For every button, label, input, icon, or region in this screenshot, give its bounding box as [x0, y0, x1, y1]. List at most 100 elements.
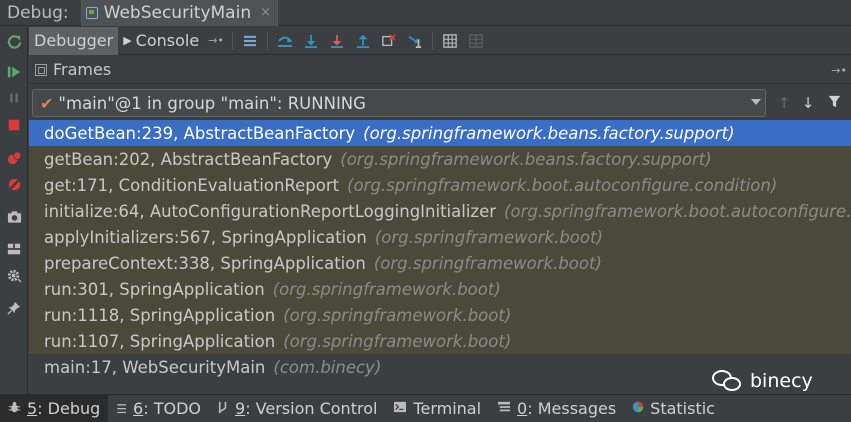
- resume-icon[interactable]: [6, 64, 22, 80]
- tool-tab-label: : Debug: [37, 399, 101, 418]
- frame-row[interactable]: get:171, ConditionEvaluationReport (org.…: [29, 172, 851, 198]
- stop-icon[interactable]: [6, 117, 22, 133]
- frame-package: (org.springframework.boot): [272, 279, 501, 299]
- frame-method: get:171, ConditionEvaluationReport: [44, 175, 340, 195]
- frame-method: initialize:64, AutoConfigurationReportLo…: [44, 201, 497, 221]
- frame-method: prepareContext:338, SpringApplication: [44, 253, 366, 273]
- restore-layout-icon[interactable]: [237, 27, 263, 55]
- watermark: binecy: [712, 370, 813, 392]
- tool-tab-number: 5: [27, 399, 38, 418]
- messages-icon: [497, 401, 511, 416]
- tool-tab-number: 0: [517, 399, 528, 418]
- step-out-icon[interactable]: [350, 27, 376, 55]
- evaluate-expression-icon[interactable]: [437, 27, 463, 55]
- trace-icon[interactable]: [463, 27, 489, 55]
- frame-method: run:1107, SpringApplication: [44, 331, 276, 351]
- tool-tab-label: Statistic: [650, 399, 715, 418]
- thread-selector-value: "main"@1 in group "main": RUNNING: [58, 93, 366, 113]
- frame-package: (org.springframework.boot): [283, 305, 512, 325]
- frame-row[interactable]: run:301, SpringApplication (org.springfr…: [29, 276, 851, 302]
- tool-tab-label: : Version Control: [245, 399, 378, 418]
- frame-package: (org.springframework.beans.factory.suppo…: [363, 123, 735, 143]
- frame-row[interactable]: getBean:202, AbstractBeanFactory (org.sp…: [29, 146, 851, 172]
- thread-selector[interactable]: ✔ "main"@1 in group "main": RUNNING: [32, 89, 766, 117]
- watermark-text: binecy: [750, 370, 813, 392]
- chevron-down-icon[interactable]: [751, 99, 761, 105]
- frame-method: doGetBean:239, AbstractBeanFactory: [44, 123, 356, 143]
- frame-row[interactable]: prepareContext:338, SpringApplication (o…: [29, 250, 851, 276]
- pause-icon[interactable]: [6, 90, 22, 106]
- frame-package: (com.binecy): [273, 357, 382, 377]
- frame-row[interactable]: initialize:64, AutoConfigurationReportLo…: [29, 198, 851, 224]
- tool-tab-number: 9: [235, 399, 246, 418]
- terminal-icon: [393, 401, 407, 416]
- tool-tab-version-control[interactable]: 9: Version Control: [209, 395, 385, 422]
- frames-scrollbar[interactable]: [839, 120, 849, 360]
- tool-tab-messages[interactable]: 0: Messages: [489, 395, 624, 422]
- frame-method: applyInitializers:567, SpringApplication: [44, 227, 367, 247]
- frames-icon: [35, 63, 47, 76]
- run-to-cursor-icon[interactable]: [402, 27, 428, 55]
- toolbar-divider: [266, 31, 268, 50]
- debug-title-prefix: Debug:: [7, 2, 69, 23]
- console-tab-label: Console: [135, 31, 200, 50]
- next-frame-icon[interactable]: ↓: [799, 94, 817, 112]
- frame-row[interactable]: applyInitializers:567, SpringApplication…: [29, 224, 851, 250]
- run-config-icon: [85, 6, 98, 19]
- frame-package: (org.springframework.boot): [283, 331, 512, 351]
- frames-pin-icon[interactable]: →•: [831, 64, 847, 77]
- tool-tab-debug[interactable]: 5: Debug: [0, 394, 109, 422]
- console-icon: ▶: [123, 34, 132, 47]
- tool-tab-todo[interactable]: ☰ 6: TODO: [108, 395, 209, 422]
- tool-tab-label: : Messages: [527, 399, 617, 418]
- step-into-icon[interactable]: [298, 27, 324, 55]
- tool-tab-label: : TODO: [143, 399, 201, 418]
- mute-breakpoints-icon[interactable]: [6, 176, 22, 192]
- frames-title: Frames: [53, 60, 112, 79]
- frame-row[interactable]: run:1107, SpringApplication (org.springf…: [29, 328, 851, 354]
- frame-row[interactable]: doGetBean:239, AbstractBeanFactory (org.…: [29, 120, 851, 146]
- frame-method: getBean:202, AbstractBeanFactory: [44, 149, 333, 169]
- frame-method: main:17, WebSecurityMain: [44, 357, 266, 377]
- camera-icon[interactable]: [6, 209, 22, 225]
- debug-toolbar: Debugger ▶ Console →•: [29, 26, 851, 55]
- wechat-icon: [712, 370, 742, 392]
- tab-websecuritymain[interactable]: WebSecurityMain ×: [80, 0, 279, 26]
- tab-console[interactable]: ▶ Console: [118, 27, 204, 55]
- tool-window-bar: 5: Debug ☰ 6: TODO 9: Version Control Te…: [0, 394, 851, 422]
- rerun-icon[interactable]: [6, 33, 22, 49]
- view-breakpoints-icon[interactable]: [6, 150, 22, 166]
- checkmark-icon: ✔: [40, 93, 54, 113]
- frame-package: (org.springframework.boot): [374, 227, 603, 247]
- frame-package: (org.springframework.boot): [373, 253, 602, 273]
- previous-frame-icon[interactable]: ↑: [775, 94, 793, 112]
- version-control-icon: [217, 401, 229, 417]
- frames-header: Frames →•: [29, 56, 851, 84]
- tool-tab-terminal[interactable]: Terminal: [385, 395, 489, 422]
- close-icon[interactable]: ×: [260, 5, 271, 20]
- tool-tab-statistic[interactable]: Statistic: [624, 395, 723, 422]
- settings-icon[interactable]: [6, 267, 22, 283]
- filter-icon[interactable]: [825, 94, 843, 112]
- layout-icon[interactable]: [6, 241, 22, 257]
- frame-package: (org.springframework.beans.factory.suppo…: [340, 149, 712, 169]
- tab-debugger[interactable]: Debugger: [29, 26, 119, 55]
- frame-method: run:1118, SpringApplication: [44, 305, 276, 325]
- pin-icon[interactable]: [6, 300, 22, 316]
- statistic-pie-icon: [632, 401, 644, 416]
- frames-list: doGetBean:239, AbstractBeanFactory (org.…: [29, 120, 851, 394]
- force-step-into-icon[interactable]: [324, 27, 350, 55]
- debug-title-bar: Debug: WebSecurityMain ×: [0, 0, 851, 26]
- todo-list-icon: ☰: [116, 401, 128, 416]
- bug-icon: [8, 401, 21, 417]
- tool-tab-number: 6: [133, 399, 144, 418]
- show-execution-point-icon[interactable]: [272, 27, 298, 55]
- drop-frame-icon[interactable]: [376, 27, 402, 55]
- debugger-tab-label: Debugger: [34, 31, 114, 50]
- frame-package: (org.springframework.boot.autoconfigure.…: [347, 175, 778, 195]
- tool-tab-label: Terminal: [413, 399, 482, 418]
- pin-tab-icon[interactable]: →•: [208, 34, 224, 47]
- toolbar-divider: [431, 31, 433, 50]
- frame-row[interactable]: run:1118, SpringApplication (org.springf…: [29, 302, 851, 328]
- frame-method: run:301, SpringApplication: [44, 279, 265, 299]
